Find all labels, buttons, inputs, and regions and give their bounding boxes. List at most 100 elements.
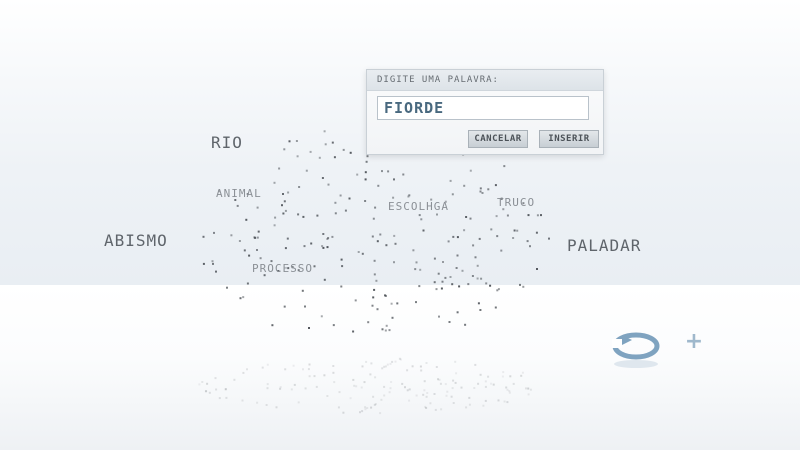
sphere-reflection-dot (266, 363, 269, 366)
cancel-button[interactable]: CANCELAR (468, 130, 528, 148)
sphere-reflection-dot (389, 362, 392, 365)
sphere-dot (298, 186, 301, 188)
sphere-reflection-dot (215, 388, 218, 391)
sphere-dot (451, 283, 454, 286)
plus-icon[interactable]: + (684, 331, 704, 353)
sphere-reflection-dot (399, 358, 402, 361)
sphere-dot (415, 301, 417, 304)
sphere-dot (438, 315, 440, 318)
sphere-dot (548, 237, 550, 240)
sphere-reflection-dot (454, 381, 457, 384)
sphere-reflection-dot (337, 406, 340, 409)
cloud-word-processo[interactable]: PROCESSO (252, 262, 313, 275)
sphere-reflection-dot (502, 371, 505, 374)
sphere-reflection-dot (361, 365, 364, 368)
cloud-word-escolha[interactable]: ESCOLHGA (388, 200, 449, 213)
sphere-reflection-dot (218, 397, 221, 400)
sphere-reflection-dot (490, 382, 493, 385)
sphere-reflection-dot (521, 371, 524, 374)
sphere-reflection-dot (201, 381, 204, 383)
sphere-dot (352, 330, 355, 333)
sphere-dot (495, 215, 498, 218)
sphere-dot (463, 229, 466, 232)
sphere-dot (481, 192, 484, 194)
sphere-dot (286, 237, 289, 240)
sphere-reflection-dot (390, 381, 393, 383)
sphere-reflection-dot (419, 365, 422, 368)
word-input[interactable] (377, 96, 589, 120)
sphere-dot (202, 262, 205, 265)
sphere-reflection-dot (385, 365, 387, 368)
sphere-reflection-dot (429, 402, 432, 405)
sphere-reflection-dot (389, 387, 392, 390)
sphere-reflection-dot (391, 360, 394, 363)
sphere-reflection-dot (426, 392, 429, 394)
insert-button[interactable]: INSERIR (539, 130, 599, 148)
sphere-dot (287, 191, 290, 194)
sphere-reflection-dot (440, 408, 443, 411)
cloud-word-abismo[interactable]: ABISMO (104, 231, 168, 250)
sphere-dot (489, 284, 492, 287)
sphere-dot (341, 265, 344, 268)
sphere-reflection-dot (208, 391, 211, 394)
sphere-reflection-dot (439, 382, 442, 385)
sphere-dot (463, 184, 466, 187)
sphere-dot (435, 288, 438, 291)
sphere-reflection-dot (454, 360, 457, 363)
sphere-reflection-dot (332, 365, 335, 367)
sphere-dot (476, 277, 479, 280)
sphere-dot (472, 244, 475, 247)
sphere-dot (332, 324, 335, 327)
sphere-reflection-dot (527, 393, 530, 396)
sphere-reflection-dot (477, 382, 480, 385)
sphere-dot (496, 289, 499, 292)
sphere-reflection-dot (363, 381, 366, 384)
sphere-reflection-dot (433, 393, 436, 395)
sphere-dot (202, 235, 205, 238)
sphere-dot (348, 197, 351, 200)
sphere-dot (364, 178, 367, 181)
sphere-dot (381, 170, 383, 173)
sphere-dot (256, 236, 259, 239)
sphere-dot (535, 231, 538, 234)
sphere-dot (327, 183, 330, 186)
sphere-dot (458, 285, 461, 288)
sphere-dot (256, 206, 259, 209)
sphere-dot (318, 156, 321, 159)
sphere-dot (496, 235, 499, 238)
sphere-dot (331, 235, 334, 238)
sphere-dot (433, 281, 436, 284)
sphere-dot (238, 240, 241, 242)
sphere-dot (494, 306, 497, 309)
sphere-dot (373, 288, 376, 291)
cloud-word-paladar[interactable]: PALADAR (567, 236, 641, 255)
sphere-dot (385, 294, 387, 297)
sphere-dot (456, 254, 459, 257)
sphere-reflection-dot (473, 387, 476, 389)
cloud-word-animal[interactable]: ANIMAL (216, 187, 262, 200)
sphere-dot (526, 240, 529, 243)
sphere-reflection-dot (452, 379, 455, 382)
cloud-word-truco[interactable]: TRUCO (497, 196, 535, 209)
sphere-dot (271, 324, 274, 327)
sphere-dot (414, 268, 417, 271)
sphere-reflection-dot (214, 377, 217, 380)
sphere-reflection-dot (342, 411, 345, 414)
sphere-dot (326, 238, 329, 240)
sphere-reflection-dot (445, 394, 448, 397)
sphere-reflection-dot (422, 393, 425, 396)
sphere-reflection-dot (383, 394, 386, 397)
sphere-dot (316, 214, 319, 217)
sphere-dot (282, 212, 285, 215)
sphere-reflection-dot (438, 378, 441, 381)
sphere-dot (456, 236, 459, 239)
sphere-reflection-dot (527, 387, 530, 390)
sphere-dot (500, 249, 503, 252)
sphere-reflection-dot (497, 399, 500, 402)
sphere-reflection-dot (423, 389, 426, 392)
sphere-dot (377, 184, 380, 187)
cloud-word-rio[interactable]: RIO (211, 133, 243, 152)
sphere-dot (392, 196, 395, 199)
refresh-button[interactable] (610, 330, 662, 370)
sphere-reflection-dot (297, 401, 300, 404)
